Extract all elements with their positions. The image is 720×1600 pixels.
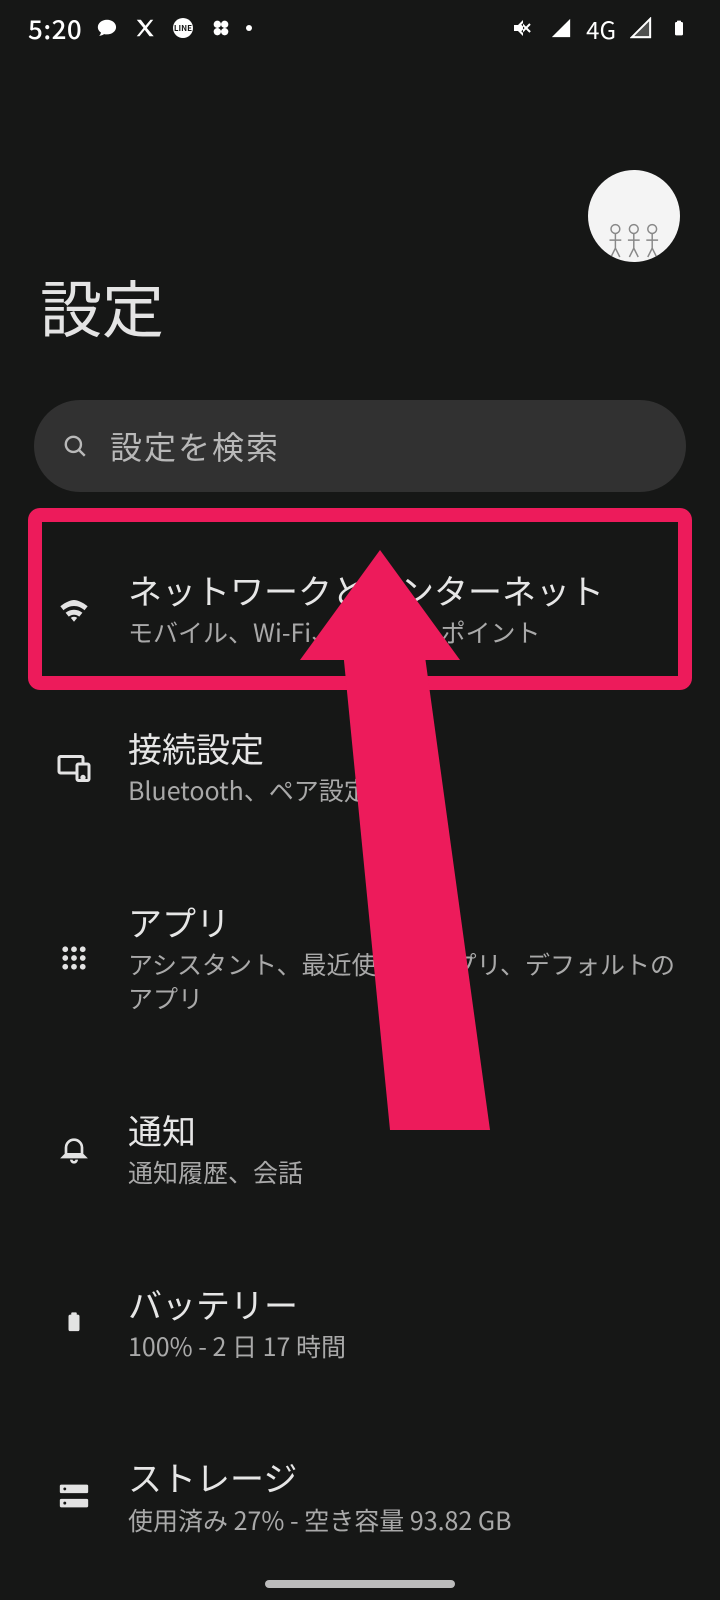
wifi-icon bbox=[54, 591, 94, 627]
status-clock: 5:20 bbox=[28, 10, 82, 47]
search-placeholder: 設定を検索 bbox=[110, 423, 280, 469]
page-title: 設定 bbox=[40, 260, 680, 350]
settings-item-title: ストレージ bbox=[128, 1455, 680, 1499]
signal-secondary-icon bbox=[628, 15, 654, 41]
status-left: 5:20 LINE bbox=[28, 10, 252, 47]
mute-icon bbox=[510, 15, 536, 41]
profile-avatar[interactable] bbox=[588, 170, 680, 262]
storage-icon bbox=[54, 1479, 94, 1513]
avatar-image-icon bbox=[597, 218, 671, 262]
settings-item-title: アプリ bbox=[128, 900, 680, 944]
settings-item-apps[interactable]: アプリ アシスタント、最近使ったアプリ、デフォルトのアプリ bbox=[0, 872, 720, 1044]
settings-item-title: 通知 bbox=[128, 1108, 680, 1152]
settings-header: 設定 bbox=[0, 170, 720, 350]
settings-item-title: バッテリー bbox=[128, 1282, 680, 1326]
status-bar: 5:20 LINE 4G bbox=[0, 0, 720, 56]
settings-item-subtitle: Bluetooth、ペア設定 bbox=[128, 774, 680, 808]
settings-item-battery[interactable]: バッテリー 100% - 2 日 17 時間 bbox=[0, 1254, 720, 1392]
bell-icon bbox=[54, 1133, 94, 1165]
network-type-label: 4G bbox=[586, 11, 616, 46]
settings-item-title: ネットワークとインターネット bbox=[128, 568, 680, 612]
settings-search[interactable]: 設定を検索 bbox=[34, 400, 686, 492]
battery-full-icon bbox=[54, 1305, 94, 1339]
settings-item-title: 接続設定 bbox=[128, 726, 680, 770]
settings-list: ネットワークとインターネット モバイル、Wi-Fi、アクセス ポイント 接続設定… bbox=[0, 520, 720, 1600]
settings-item-subtitle: 100% - 2 日 17 時間 bbox=[128, 1330, 680, 1364]
status-overflow-dot-icon bbox=[246, 25, 252, 31]
settings-item-network[interactable]: ネットワークとインターネット モバイル、Wi-Fi、アクセス ポイント bbox=[0, 520, 720, 698]
battery-icon bbox=[666, 15, 692, 41]
x-logo-icon bbox=[132, 15, 158, 41]
apps-grid-icon bbox=[54, 943, 94, 973]
settings-item-subtitle: 使用済み 27% - 空き容量 93.82 GB bbox=[128, 1504, 680, 1538]
settings-item-notifications[interactable]: 通知 通知履歴、会話 bbox=[0, 1080, 720, 1218]
clover-icon bbox=[208, 15, 234, 41]
svg-text:LINE: LINE bbox=[174, 23, 192, 34]
settings-item-subtitle: モバイル、Wi-Fi、アクセス ポイント bbox=[128, 616, 680, 650]
devices-icon bbox=[54, 749, 94, 785]
settings-item-connected-devices[interactable]: 接続設定 Bluetooth、ペア設定 bbox=[0, 698, 720, 836]
status-right: 4G bbox=[510, 11, 692, 46]
gesture-nav-handle[interactable] bbox=[265, 1580, 455, 1588]
settings-item-storage[interactable]: ストレージ 使用済み 27% - 空き容量 93.82 GB bbox=[0, 1427, 720, 1565]
line-app-icon: LINE bbox=[170, 15, 196, 41]
settings-item-subtitle: 通知履歴、会話 bbox=[128, 1156, 680, 1190]
chat-bubble-icon bbox=[94, 15, 120, 41]
settings-item-subtitle: アシスタント、最近使ったアプリ、デフォルトのアプリ bbox=[128, 948, 680, 1016]
signal-full-icon bbox=[548, 15, 574, 41]
search-icon bbox=[62, 433, 88, 459]
